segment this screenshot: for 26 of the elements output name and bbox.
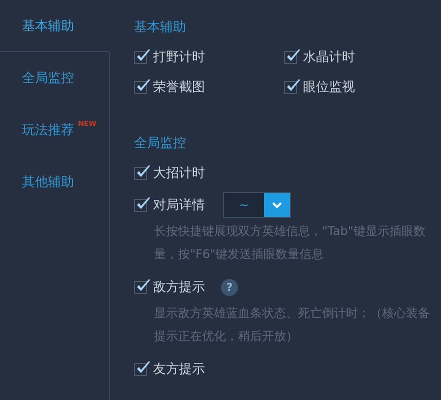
- sidebar-tab[interactable]: 其他辅助: [0, 156, 110, 208]
- sidebar-tab[interactable]: 全局监控: [0, 52, 110, 104]
- checkbox[interactable]: [134, 362, 147, 376]
- checkbox[interactable]: [284, 50, 297, 64]
- section-title: 基本辅助: [134, 19, 187, 37]
- checkbox[interactable]: [134, 50, 147, 64]
- sidebar-tab[interactable]: 基本辅助: [0, 0, 110, 52]
- chevron-down-icon: [272, 202, 282, 208]
- help-icon[interactable]: ?: [221, 278, 238, 296]
- section-title: 全局监控: [134, 135, 187, 153]
- option-description: 显示敌方英雄蓝血条状态、死亡倒计时；（核心装备提示正在优化，稍后开放）: [153, 305, 431, 345]
- checkbox[interactable]: [134, 80, 147, 94]
- option-label: 眼位监视: [303, 79, 355, 96]
- option-label: 打野计时: [153, 49, 205, 66]
- option-label: 敌方提示: [153, 279, 205, 296]
- option-label: 荣誉截图: [153, 79, 205, 96]
- option-label: 对局详情: [153, 197, 205, 214]
- option-label: 水晶计时: [303, 49, 355, 66]
- option-description: 长按快捷键展现双方英雄信息，"Tab"键显示插眼数量，按"F6"键发送插眼数量信息: [153, 223, 426, 263]
- checkbox[interactable]: [134, 198, 147, 212]
- option-label: 友方提示: [153, 361, 205, 378]
- checkbox[interactable]: [284, 80, 297, 94]
- dropdown[interactable]: ~: [223, 192, 291, 218]
- option-label: 大招计时: [153, 165, 205, 182]
- checkbox[interactable]: [134, 280, 147, 294]
- checkbox[interactable]: [134, 166, 147, 180]
